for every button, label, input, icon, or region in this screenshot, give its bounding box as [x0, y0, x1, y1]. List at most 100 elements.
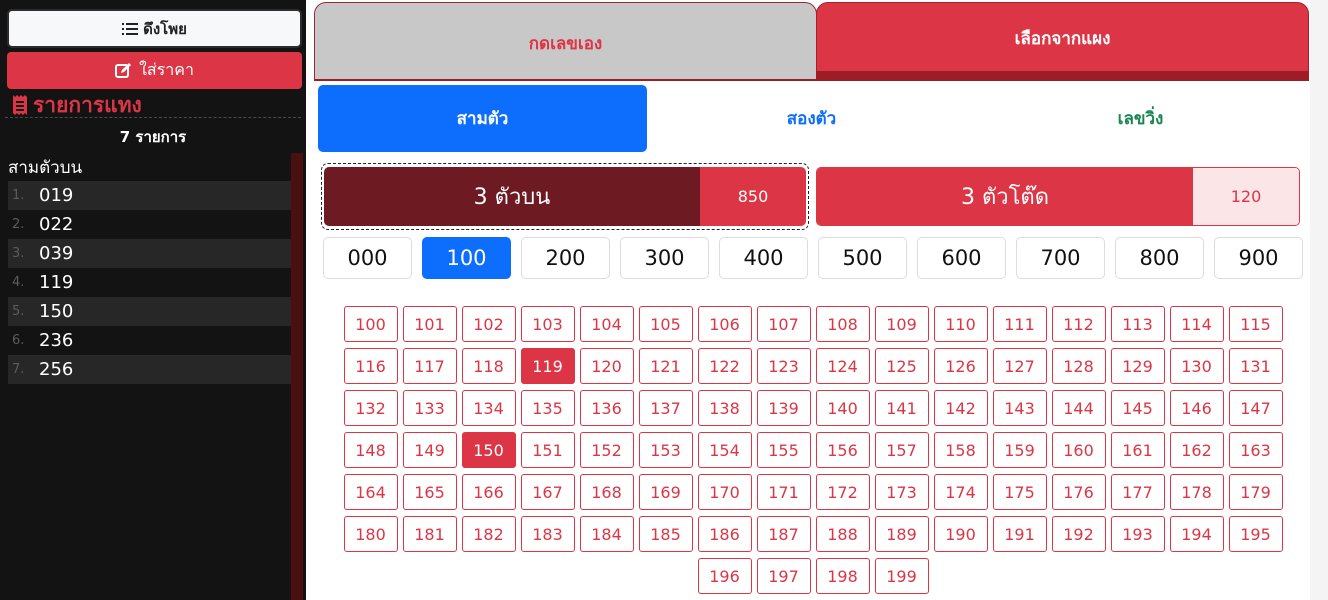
hundreds-button[interactable]: 300 — [620, 237, 709, 279]
list-item[interactable]: 2. 022 — [8, 210, 291, 239]
number-button[interactable]: 188 — [815, 516, 870, 552]
hundreds-button[interactable]: 400 — [719, 237, 808, 279]
number-button[interactable]: 109 — [874, 306, 929, 342]
number-button[interactable]: 157 — [874, 432, 929, 468]
number-button[interactable]: 173 — [874, 474, 929, 510]
number-button[interactable]: 100 — [343, 306, 398, 342]
number-button[interactable]: 180 — [343, 516, 398, 552]
number-button[interactable]: 190 — [933, 516, 988, 552]
number-button[interactable]: 142 — [933, 390, 988, 426]
number-button[interactable]: 118 — [461, 348, 516, 384]
list-item[interactable]: 7. 256 — [8, 355, 291, 384]
number-button[interactable]: 145 — [1110, 390, 1165, 426]
number-button[interactable]: 193 — [1110, 516, 1165, 552]
number-button[interactable]: 123 — [756, 348, 811, 384]
number-button[interactable]: 124 — [815, 348, 870, 384]
number-button[interactable]: 162 — [1169, 432, 1224, 468]
number-button[interactable]: 130 — [1169, 348, 1224, 384]
number-button[interactable]: 171 — [756, 474, 811, 510]
number-button[interactable]: 195 — [1228, 516, 1283, 552]
number-button[interactable]: 178 — [1169, 474, 1224, 510]
number-button[interactable]: 120 — [579, 348, 634, 384]
number-button[interactable]: 115 — [1228, 306, 1283, 342]
number-button[interactable]: 125 — [874, 348, 929, 384]
number-button[interactable]: 168 — [579, 474, 634, 510]
list-item[interactable]: 4. 119 — [8, 268, 291, 297]
number-button[interactable]: 141 — [874, 390, 929, 426]
number-button[interactable]: 194 — [1169, 516, 1224, 552]
number-button[interactable]: 107 — [756, 306, 811, 342]
list-item[interactable]: 5. 150 — [8, 297, 291, 326]
number-button[interactable]: 172 — [815, 474, 870, 510]
number-button[interactable]: 106 — [697, 306, 752, 342]
mode-three-digit[interactable]: สามตัว — [318, 85, 647, 152]
number-button[interactable]: 148 — [343, 432, 398, 468]
number-button[interactable]: 156 — [815, 432, 870, 468]
number-button[interactable]: 110 — [933, 306, 988, 342]
number-button[interactable]: 127 — [992, 348, 1047, 384]
number-button[interactable]: 176 — [1051, 474, 1106, 510]
number-button[interactable]: 174 — [933, 474, 988, 510]
number-button[interactable]: 140 — [815, 390, 870, 426]
number-button[interactable]: 151 — [520, 432, 575, 468]
number-button[interactable]: 187 — [756, 516, 811, 552]
number-button[interactable]: 155 — [756, 432, 811, 468]
number-button[interactable]: 175 — [992, 474, 1047, 510]
pull-slip-button[interactable]: ดึงโพย — [7, 9, 302, 48]
number-button[interactable]: 150 — [461, 432, 516, 468]
hundreds-button[interactable]: 100 — [422, 237, 511, 279]
hundreds-button[interactable]: 900 — [1214, 237, 1303, 279]
number-button[interactable]: 179 — [1228, 474, 1283, 510]
number-button[interactable]: 138 — [697, 390, 752, 426]
number-button[interactable]: 198 — [815, 558, 870, 594]
number-button[interactable]: 192 — [1051, 516, 1106, 552]
number-button[interactable]: 167 — [520, 474, 575, 510]
number-button[interactable]: 137 — [638, 390, 693, 426]
number-button[interactable]: 166 — [461, 474, 516, 510]
number-button[interactable]: 114 — [1169, 306, 1224, 342]
number-button[interactable]: 170 — [697, 474, 752, 510]
number-button[interactable]: 102 — [461, 306, 516, 342]
number-button[interactable]: 131 — [1228, 348, 1283, 384]
number-button[interactable]: 152 — [579, 432, 634, 468]
number-button[interactable]: 177 — [1110, 474, 1165, 510]
number-button[interactable]: 169 — [638, 474, 693, 510]
number-button[interactable]: 133 — [402, 390, 457, 426]
list-item[interactable]: 3. 039 — [8, 239, 291, 268]
number-button[interactable]: 122 — [697, 348, 752, 384]
hundreds-button[interactable]: 000 — [323, 237, 412, 279]
number-button[interactable]: 154 — [697, 432, 752, 468]
number-button[interactable]: 146 — [1169, 390, 1224, 426]
hundreds-button[interactable]: 200 — [521, 237, 610, 279]
number-button[interactable]: 182 — [461, 516, 516, 552]
number-button[interactable]: 186 — [697, 516, 752, 552]
bet-type-three-top[interactable]: 3 ตัวบน 850 — [324, 167, 806, 226]
number-button[interactable]: 128 — [1051, 348, 1106, 384]
tab-manual-input[interactable]: กดเลขเอง — [314, 2, 817, 80]
number-button[interactable]: 158 — [933, 432, 988, 468]
number-button[interactable]: 161 — [1110, 432, 1165, 468]
set-price-button[interactable]: ใส่ราคา — [7, 52, 302, 89]
tab-select-from-panel[interactable]: เลือกจากแผง — [816, 2, 1309, 80]
list-item[interactable]: 6. 236 — [8, 326, 291, 355]
number-button[interactable]: 184 — [579, 516, 634, 552]
number-button[interactable]: 134 — [461, 390, 516, 426]
number-button[interactable]: 147 — [1228, 390, 1283, 426]
mode-running-number[interactable]: เลขวิ่ง — [976, 85, 1305, 152]
mode-two-digit[interactable]: สองตัว — [647, 85, 976, 152]
number-button[interactable]: 189 — [874, 516, 929, 552]
number-button[interactable]: 165 — [402, 474, 457, 510]
number-button[interactable]: 105 — [638, 306, 693, 342]
number-button[interactable]: 101 — [402, 306, 457, 342]
hundreds-button[interactable]: 500 — [818, 237, 907, 279]
bet-type-three-tod[interactable]: 3 ตัวโต๊ด 120 — [816, 167, 1300, 226]
number-button[interactable]: 196 — [697, 558, 752, 594]
number-button[interactable]: 164 — [343, 474, 398, 510]
hundreds-button[interactable]: 800 — [1115, 237, 1204, 279]
number-button[interactable]: 111 — [992, 306, 1047, 342]
hundreds-button[interactable]: 700 — [1016, 237, 1105, 279]
number-button[interactable]: 116 — [343, 348, 398, 384]
number-button[interactable]: 113 — [1110, 306, 1165, 342]
number-button[interactable]: 183 — [520, 516, 575, 552]
hundreds-button[interactable]: 600 — [917, 237, 1006, 279]
